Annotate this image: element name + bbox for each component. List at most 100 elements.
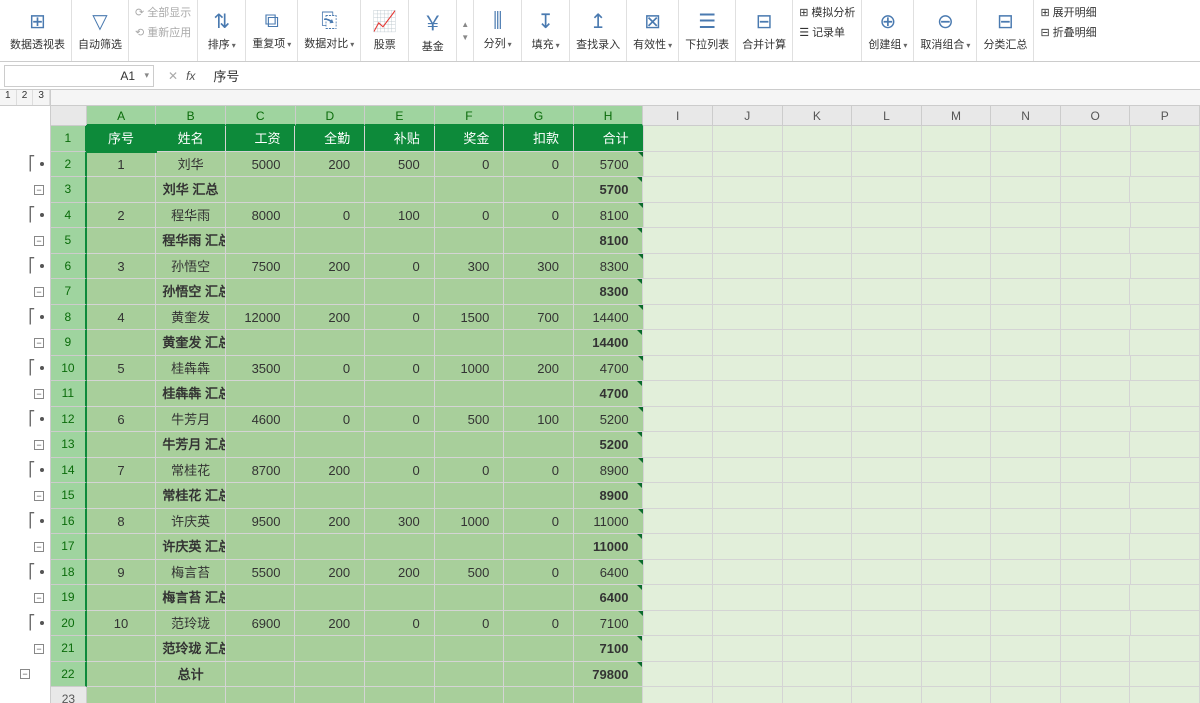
cell[interactable] (504, 687, 574, 703)
cell[interactable] (991, 177, 1061, 203)
cell[interactable]: 0 (365, 254, 435, 280)
cell[interactable] (504, 330, 574, 356)
cell[interactable] (1061, 152, 1131, 178)
row-header-4[interactable]: 4 (51, 203, 87, 229)
cell[interactable]: 1 (87, 152, 157, 178)
cell[interactable] (1131, 560, 1200, 586)
cell[interactable] (87, 228, 157, 254)
cell[interactable]: 200 (295, 305, 365, 331)
show-all-button[interactable]: ⟳全部显示 (133, 2, 193, 22)
record-form-button[interactable]: ☰记录单 (797, 22, 857, 42)
cell[interactable]: 0 (295, 203, 365, 229)
cell[interactable] (783, 126, 853, 152)
outline-control[interactable]: ⎡ (0, 407, 50, 433)
validation-button[interactable]: ⊠有效性 (627, 0, 679, 61)
row-header-19[interactable]: 19 (51, 585, 87, 611)
cell[interactable] (783, 483, 853, 509)
cell[interactable] (783, 305, 853, 331)
cell[interactable] (644, 126, 714, 152)
cell[interactable] (1061, 177, 1131, 203)
cell[interactable] (504, 279, 574, 305)
cell[interactable] (435, 662, 505, 688)
cell[interactable] (852, 177, 922, 203)
cell[interactable] (852, 126, 922, 152)
row-header-20[interactable]: 20 (51, 611, 87, 637)
cell[interactable] (295, 432, 365, 458)
cell[interactable] (643, 636, 713, 662)
cell[interactable] (1061, 534, 1131, 560)
cell[interactable] (1130, 381, 1200, 407)
cell[interactable]: 500 (435, 560, 505, 586)
cell[interactable]: 0 (435, 611, 505, 637)
cell[interactable] (991, 560, 1061, 586)
cell[interactable] (713, 509, 783, 535)
cell[interactable] (852, 611, 922, 637)
cancel-icon[interactable]: ✕ (168, 69, 178, 83)
cell[interactable] (713, 458, 783, 484)
cell[interactable] (1131, 152, 1200, 178)
cell[interactable] (922, 407, 992, 433)
cell[interactable]: 200 (295, 152, 365, 178)
cell[interactable]: 0 (365, 458, 435, 484)
cell[interactable] (87, 483, 157, 509)
cell[interactable]: 许庆英 (156, 509, 226, 535)
cell[interactable] (922, 254, 992, 280)
cell[interactable] (713, 432, 783, 458)
column-header-I[interactable]: I (643, 106, 713, 126)
cell[interactable]: 10 (87, 611, 157, 637)
cell[interactable] (922, 662, 992, 688)
cell[interactable] (922, 177, 992, 203)
cell[interactable] (783, 177, 853, 203)
cell[interactable]: 8000 (226, 203, 296, 229)
cell[interactable] (504, 585, 574, 611)
formula-input[interactable]: 序号 (205, 66, 1200, 85)
cell[interactable]: 全勤 (295, 126, 365, 152)
cell[interactable] (87, 177, 157, 203)
cell[interactable] (783, 356, 853, 382)
spreadsheet-grid[interactable]: ABCDEFGHIJKLMNOP 1序号姓名工资全勤补贴奖金扣款合计21刘华50… (51, 106, 1200, 703)
cell[interactable] (1131, 458, 1200, 484)
cell[interactable] (1130, 330, 1200, 356)
cell[interactable]: 扣款 (504, 126, 574, 152)
cell[interactable] (295, 279, 365, 305)
cell[interactable] (922, 381, 992, 407)
cell[interactable] (713, 254, 783, 280)
cell[interactable] (713, 203, 783, 229)
cell[interactable] (852, 662, 922, 688)
fx-icon[interactable]: fx (186, 69, 195, 83)
cell[interactable] (783, 636, 853, 662)
outline-control[interactable]: ⎡ (0, 305, 50, 331)
cell[interactable]: 桂犇犇 (156, 356, 226, 382)
cell[interactable]: 9500 (226, 509, 296, 535)
cell[interactable] (435, 432, 505, 458)
cell[interactable] (295, 483, 365, 509)
row-header-10[interactable]: 10 (51, 356, 87, 382)
cell[interactable]: 4600 (226, 407, 296, 433)
cell[interactable] (991, 254, 1061, 280)
cell[interactable]: 程华雨 (156, 203, 226, 229)
cell[interactable]: 总计 (156, 662, 226, 688)
column-header-E[interactable]: E (365, 106, 435, 126)
cell[interactable] (1130, 177, 1200, 203)
cell[interactable] (1061, 330, 1131, 356)
cell[interactable]: 79800 (574, 662, 644, 688)
cell[interactable] (713, 381, 783, 407)
outline-control[interactable]: ⎡ (0, 254, 50, 280)
cell[interactable]: 常桂花 汇总 (156, 483, 226, 509)
cell[interactable] (1061, 509, 1131, 535)
cell[interactable] (1130, 687, 1200, 703)
cell[interactable] (922, 432, 992, 458)
column-header-O[interactable]: O (1061, 106, 1131, 126)
column-header-A[interactable]: A (87, 106, 157, 126)
cell[interactable]: 8700 (226, 458, 296, 484)
cell[interactable]: 7100 (574, 636, 644, 662)
cell[interactable] (504, 432, 574, 458)
cell[interactable] (1061, 432, 1131, 458)
cell[interactable] (504, 636, 574, 662)
cell[interactable]: 7100 (574, 611, 644, 637)
cell[interactable] (643, 687, 713, 703)
cell[interactable]: 0 (504, 203, 574, 229)
cell[interactable] (226, 228, 296, 254)
cell[interactable]: 0 (295, 407, 365, 433)
cell[interactable] (852, 534, 922, 560)
